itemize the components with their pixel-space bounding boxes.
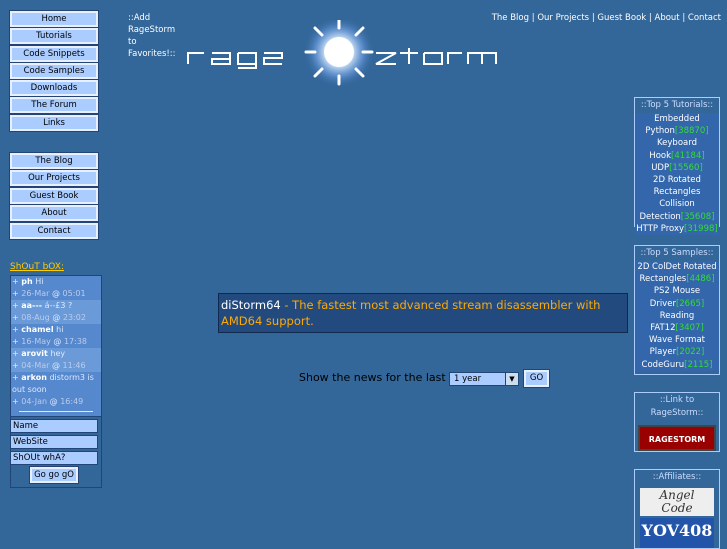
top-samples-heading: ::Top 5 Samples:: — [635, 246, 719, 261]
shout-entry: + aa--- á--£3 ? — [11, 300, 101, 312]
shout-date: + 04-Jan @ 16:49 — [12, 397, 84, 406]
shout-date: + 04-Mar @ 11:46 — [11, 360, 101, 372]
shout-go-button[interactable]: Go go gO — [29, 466, 79, 484]
link-to-heading: ::Link to RageStorm:: — [635, 393, 719, 421]
secondary-nav: The Blog Our Projects Guest Book About C… — [9, 152, 99, 240]
sample-link[interactable]: CodeGuru[2115] — [635, 359, 719, 371]
top-links: The Blog | Our Projects | Guest Book | A… — [492, 13, 721, 23]
top-samples-box: ::Top 5 Samples:: 2D ColDet Rotated Rect… — [634, 245, 720, 375]
affiliates-heading: ::Affiliates:: — [635, 470, 719, 485]
nav-contact-button[interactable]: Contact — [9, 221, 99, 240]
logo-rage-lettering — [187, 52, 283, 69]
sample-link[interactable]: FAT12[3407] — [635, 322, 719, 334]
nav-about-button[interactable]: About — [9, 204, 99, 223]
shout-date: + 08-Aug @ 23:02 — [11, 312, 101, 324]
news-filter-label: Show the news for the last — [299, 371, 446, 384]
news-title[interactable]: diStorm64 — [221, 298, 281, 312]
news-period-value: 1 year — [454, 374, 482, 384]
sun-core — [324, 37, 354, 67]
shout-name: arkon — [21, 373, 47, 382]
sample-link[interactable]: PS2 Mouse — [635, 285, 719, 297]
favorites-line: RageStorm — [128, 25, 176, 35]
add-to-favorites-link[interactable]: ::Add RageStorm to Favorites!:: — [128, 12, 188, 60]
shout-message: Hi — [35, 277, 44, 286]
top-link-about[interactable]: About — [655, 13, 680, 23]
shout-name: aa--- — [21, 301, 43, 310]
top-link-guestbook[interactable]: Guest Book — [597, 13, 646, 23]
shout-entry: + arkon distorm3 is out soon — [12, 373, 94, 394]
yov408-affiliate-link[interactable]: YOV408 — [640, 518, 714, 548]
angelcode-affiliate-link[interactable]: Angel Code — [640, 488, 714, 516]
sample-link[interactable]: Rectangles[4486] — [635, 273, 719, 285]
nav-home-button[interactable]: Home — [9, 10, 99, 28]
sample-link[interactable]: Driver[2665] — [635, 298, 719, 310]
favorites-line: ::Add — [128, 13, 151, 23]
shout-entry: + chamel hi — [12, 325, 64, 334]
separator: | — [682, 13, 686, 23]
favorites-line: to — [128, 37, 137, 47]
sample-link[interactable]: 2D ColDet Rotated — [635, 261, 719, 273]
tutorial-link[interactable]: HTTP Proxy[31998] — [635, 223, 719, 235]
shout-message-input[interactable]: ShOUt whA? — [10, 451, 98, 465]
top-samples-list: 2D ColDet Rotated Rectangles[4486] PS2 M… — [635, 261, 719, 371]
shout-entry: + arovit hey — [11, 348, 101, 360]
tutorial-link[interactable]: Embedded — [635, 113, 719, 125]
tutorial-link[interactable]: Rectangles Collision — [635, 186, 719, 210]
ragestorm-logo — [187, 20, 497, 88]
top-link-blog[interactable]: The Blog — [492, 13, 529, 23]
news-item: diStorm64 - The fastest most advanced st… — [218, 293, 628, 333]
shoutbox-messages[interactable]: + ph Hi + 26-Mar @ 05:01 + aa--- á--£3 ?… — [10, 275, 102, 418]
tutorial-link[interactable]: 2D Rotated — [635, 174, 719, 186]
nav-forum-button[interactable]: The Forum — [9, 96, 99, 115]
affiliates-box: ::Affiliates:: Angel Code YOV408 — [634, 469, 720, 549]
sample-link[interactable]: Reading — [635, 310, 719, 322]
ragestorm-badge-link[interactable]: RAGESTORM — [638, 425, 716, 451]
top-link-projects[interactable]: Our Projects — [537, 13, 589, 23]
shout-message: hi — [56, 325, 64, 334]
top-tutorials-heading: ::Top 5 Tutorials:: — [635, 98, 719, 113]
chevron-down-icon: ▼ — [505, 373, 518, 385]
shout-name: chamel — [21, 325, 54, 334]
shout-name: ph — [21, 277, 33, 286]
shout-date: + 16-May @ 17:38 — [12, 337, 88, 346]
shoutbox-title: ShOuT bOX: — [10, 262, 64, 272]
shout-message: á--£3 ? — [44, 301, 73, 310]
nav-tutorials-button[interactable]: Tutorials — [9, 27, 99, 46]
top-tutorials-box: ::Top 5 Tutorials:: Embedded Python[3887… — [634, 97, 720, 236]
top-link-contact[interactable]: Contact — [688, 13, 721, 23]
news-period-select[interactable]: 1 year ▼ — [449, 372, 519, 386]
nav-guestbook-button[interactable]: Guest Book — [9, 186, 99, 205]
tutorial-link[interactable]: Python[38870] — [635, 125, 719, 137]
shout-name-input[interactable]: Name — [10, 419, 98, 433]
nav-links-button[interactable]: Links — [9, 113, 99, 132]
nav-code-snippets-button[interactable]: Code Snippets — [9, 44, 99, 63]
shout-date: + 26-Mar @ 05:01 — [12, 289, 86, 298]
tutorial-link[interactable]: Hook[41184] — [635, 150, 719, 162]
logo-storm-lettering — [375, 48, 497, 65]
shout-entry: + ph Hi — [12, 277, 44, 286]
news-separator: - — [280, 298, 293, 312]
separator: | — [648, 13, 652, 23]
separator: | — [591, 13, 595, 23]
news-go-button[interactable]: GO — [523, 369, 550, 388]
favorites-line: Favorites!:: — [128, 49, 176, 59]
tutorial-link[interactable]: UDP[15560] — [635, 162, 719, 174]
tutorial-link[interactable]: Detection[35608] — [635, 211, 719, 223]
nav-projects-button[interactable]: Our Projects — [9, 169, 99, 188]
shout-message: hey — [50, 349, 66, 358]
sample-link[interactable]: Wave Format — [635, 334, 719, 346]
top-tutorials-list: Embedded Python[38870] Keyboard Hook[411… — [635, 113, 719, 236]
shout-website-input[interactable]: WebSite — [10, 435, 98, 449]
nav-code-samples-button[interactable]: Code Samples — [9, 61, 99, 80]
sample-link[interactable]: Player[2022] — [635, 346, 719, 358]
separator: | — [531, 13, 535, 23]
shout-divider — [19, 411, 93, 412]
shout-name: arovit — [21, 349, 48, 358]
nav-downloads-button[interactable]: Downloads — [9, 79, 99, 98]
primary-nav: Home Tutorials Code Snippets Code Sample… — [9, 10, 99, 132]
link-to-box: ::Link to RageStorm:: RAGESTORM — [634, 392, 720, 452]
nav-blog-button[interactable]: The Blog — [9, 152, 99, 170]
tutorial-link[interactable]: Keyboard — [635, 137, 719, 149]
